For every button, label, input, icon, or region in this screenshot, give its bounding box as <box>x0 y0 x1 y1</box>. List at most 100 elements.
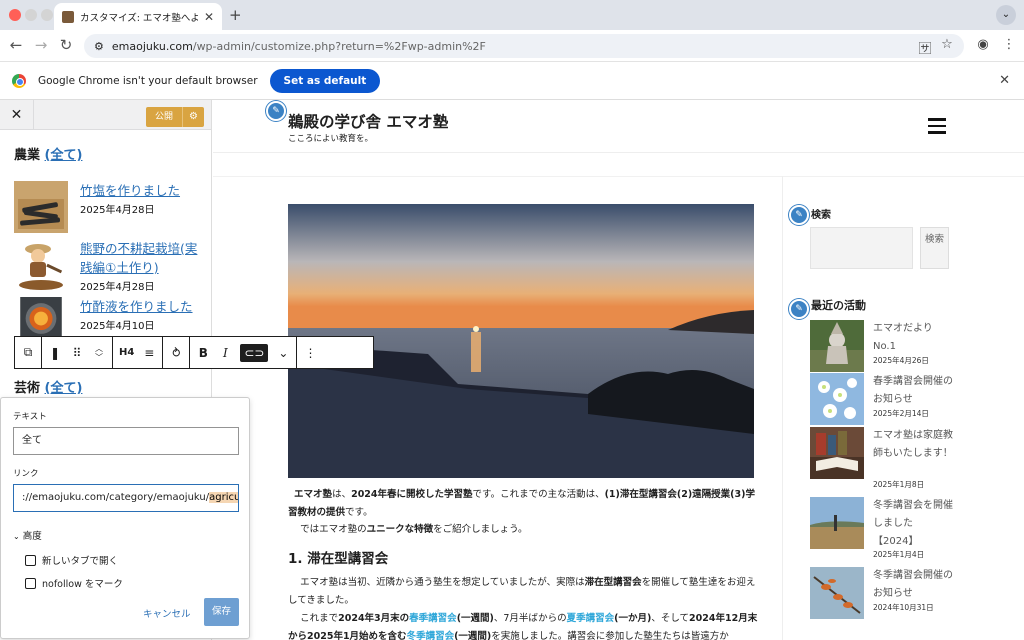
history-link[interactable]: 冬季講習会 <box>407 631 455 640</box>
recent-thumbnail-gnome[interactable] <box>810 320 864 372</box>
intro-text: 2024年春に開校した学習塾 <box>351 489 473 500</box>
post-thumbnail-bamboo-vinegar[interactable] <box>14 297 68 337</box>
publish-settings-gear-icon[interactable]: ⚙ <box>182 107 205 127</box>
infobar-close-icon[interactable]: ✕ <box>999 73 1010 88</box>
new-tab-checkbox[interactable] <box>25 554 36 566</box>
features-paragraph: ではエマオ塾のユニークな特徴をご紹介しましょう。 <box>288 521 758 539</box>
link-text-input[interactable]: 全て <box>13 427 239 455</box>
edit-search-widget-pencil-icon[interactable]: ✎ <box>789 205 809 225</box>
block-copy-icon[interactable]: ⧉ <box>21 345 35 360</box>
align-icon[interactable]: ≡ <box>142 346 156 360</box>
history-text: これまで <box>300 613 339 624</box>
search-input[interactable] <box>810 227 913 269</box>
nofollow-option[interactable]: nofollow をマーク <box>25 576 123 590</box>
active-tab[interactable]: カスタマイズ: エマオ塾へようこそ ✕ <box>54 3 222 30</box>
link-button[interactable]: ⊂⊃ <box>240 343 269 362</box>
post-title-link[interactable]: 竹塩を作りました <box>80 181 204 200</box>
edit-recent-widget-pencil-icon[interactable]: ✎ <box>789 299 809 319</box>
block-options-icon[interactable]: ⋮ <box>303 346 317 360</box>
translate-icon[interactable]: 🈂 <box>916 38 934 57</box>
new-tab-option[interactable]: 新しいタブで開く <box>25 553 118 567</box>
close-customizer-icon[interactable]: ✕ <box>0 100 34 130</box>
recent-item: 冬季講習会開催のお知らせ 2024年10月31日 <box>810 567 1010 627</box>
recent-title-link[interactable]: 春季講習会開催のお知らせ <box>873 373 953 409</box>
bookmark-icon[interactable]: ❚ <box>48 346 62 360</box>
italic-button[interactable]: I <box>218 346 232 360</box>
category-name: 芸術 <box>14 381 41 396</box>
link-unlink-icon[interactable]: ⥁ <box>169 346 183 360</box>
transform-group: ⥁ <box>163 337 191 368</box>
site-tagline: こころによい教育を。 <box>288 134 374 144</box>
new-tab-plus-icon[interactable]: + <box>229 6 242 24</box>
tab-search-chevron-icon[interactable]: ⌄ <box>996 5 1016 25</box>
recent-thumbnail-field[interactable] <box>810 497 864 549</box>
reload-icon[interactable]: ↻ <box>56 36 76 54</box>
forward-arrow-icon[interactable]: → <box>31 36 51 54</box>
category-heading-art: 芸術 (全て) <box>14 377 82 396</box>
site-preview: ✎ 鵜殿の学び舎 エマオ塾 こころによい教育を。 エマオ塾は、2024年春に開校… <box>213 100 1024 640</box>
tab-title: カスタマイズ: エマオ塾へようこそ <box>80 12 198 24</box>
nofollow-checkbox[interactable] <box>25 577 36 589</box>
heading-level-button[interactable]: H4 <box>119 347 134 358</box>
post-title-link[interactable]: 竹酢液を作りました <box>80 297 204 316</box>
tab-close-icon[interactable]: ✕ <box>204 10 214 24</box>
edit-site-title-pencil-icon[interactable]: ✎ <box>266 101 286 121</box>
features-text: ユニークな特徴 <box>366 524 434 535</box>
category-all-link[interactable]: (全て) <box>45 148 83 163</box>
recent-date: 2025年4月26日 <box>873 356 929 365</box>
history-text: 2024年3月末の <box>338 613 410 624</box>
post-thumbnail-farmer[interactable] <box>14 239 68 291</box>
back-arrow-icon[interactable]: ← <box>6 36 26 54</box>
move-up-down-icon[interactable]: ︿ ﹀ <box>92 344 106 362</box>
recent-thumbnail-leaves[interactable] <box>810 567 864 619</box>
post-item: 竹塩を作りました 2025年4月28日 <box>14 181 204 237</box>
block-toolbar: ⧉ ❚ ⠿ ︿ ﹀ H4 ≡ ⥁ B I ⊂⊃ ⌄ ⋮ <box>14 336 374 369</box>
save-button[interactable]: 保存 <box>204 598 239 626</box>
recent-thumbnail-book[interactable] <box>810 427 864 479</box>
post-title-link[interactable]: 熊野の不耕起栽培(実践編①土作り) <box>80 239 204 277</box>
advanced-label: 高度 <box>22 531 42 542</box>
zoom-window-button[interactable] <box>41 9 53 21</box>
recent-date: 2025年1月8日 <box>873 480 925 489</box>
history-link[interactable]: 夏季講習会 <box>567 613 615 624</box>
close-window-button[interactable] <box>9 9 21 21</box>
options-group: ⋮ <box>297 337 323 368</box>
publish-button[interactable]: 公開 <box>146 107 183 127</box>
history-paragraph: これまで2024年3月末の春季講習会(一週間)、7月半ばからの夏季講習会(一か月… <box>288 610 758 640</box>
history-text: を実施しました。講習会に参加した塾生たちは皆遠方か <box>491 631 729 640</box>
cancel-button[interactable]: キャンセル <box>143 606 191 620</box>
url-host: emaojuku.com <box>111 39 193 53</box>
post-thumbnail-bamboo-salt[interactable] <box>14 181 68 233</box>
profile-avatar-icon[interactable]: ◉ <box>974 37 992 52</box>
recent-title-link[interactable]: エマオだより No.1 <box>873 320 953 356</box>
intro-text: エマオ塾 <box>294 489 333 500</box>
recent-title-link[interactable]: エマオ塾は家庭教師もいたします！ <box>873 427 953 463</box>
publish-group: 公開 ⚙ <box>146 107 205 127</box>
history-link[interactable]: 春季講習会 <box>409 613 457 624</box>
url-text: ://emaojuku.com/category/emaojuku/ <box>22 492 210 503</box>
search-button[interactable]: 検索 <box>920 227 949 269</box>
url-selected-text: agriculture/ <box>209 492 238 503</box>
history-text: (一週間) <box>454 631 492 640</box>
category-all-link[interactable]: (全て) <box>45 381 83 396</box>
recent-thumbnail-blossoms[interactable] <box>810 373 864 425</box>
section-heading: 1. 滞在型講習会 <box>288 551 389 567</box>
minimize-window-button[interactable] <box>25 9 37 21</box>
recent-title-link[interactable]: 冬季講習会を開催しました【2024】 <box>873 497 953 551</box>
default-browser-infobar: Google Chrome isn't your default browser… <box>0 62 1024 100</box>
site-title[interactable]: 鵜殿の学び舎 エマオ塾 <box>288 110 448 132</box>
post-item: 竹酢液を作りました 2025年4月10日 <box>14 297 204 337</box>
bookmark-star-icon[interactable]: ☆ <box>938 37 956 52</box>
recent-date: 2025年1月4日 <box>873 550 925 559</box>
chrome-menu-icon[interactable]: ⋮ <box>1000 37 1018 52</box>
advanced-toggle[interactable]: ⌄ 高度 <box>13 528 42 542</box>
link-url-input[interactable]: ://emaojuku.com/category/emaojuku/agricu… <box>13 484 239 512</box>
address-bar[interactable]: ⚙ emaojuku.com/wp-admin/customize.php?re… <box>84 34 964 58</box>
drag-handle-icon[interactable]: ⠿ <box>70 346 84 360</box>
bold-button[interactable]: B <box>196 346 210 360</box>
site-info-icon[interactable]: ⚙ <box>94 40 104 53</box>
more-format-chevron-icon[interactable]: ⌄ <box>276 346 290 360</box>
hamburger-menu-icon[interactable] <box>928 118 946 138</box>
set-as-default-button[interactable]: Set as default <box>269 68 381 93</box>
recent-title-link[interactable]: 冬季講習会開催のお知らせ <box>873 567 953 603</box>
